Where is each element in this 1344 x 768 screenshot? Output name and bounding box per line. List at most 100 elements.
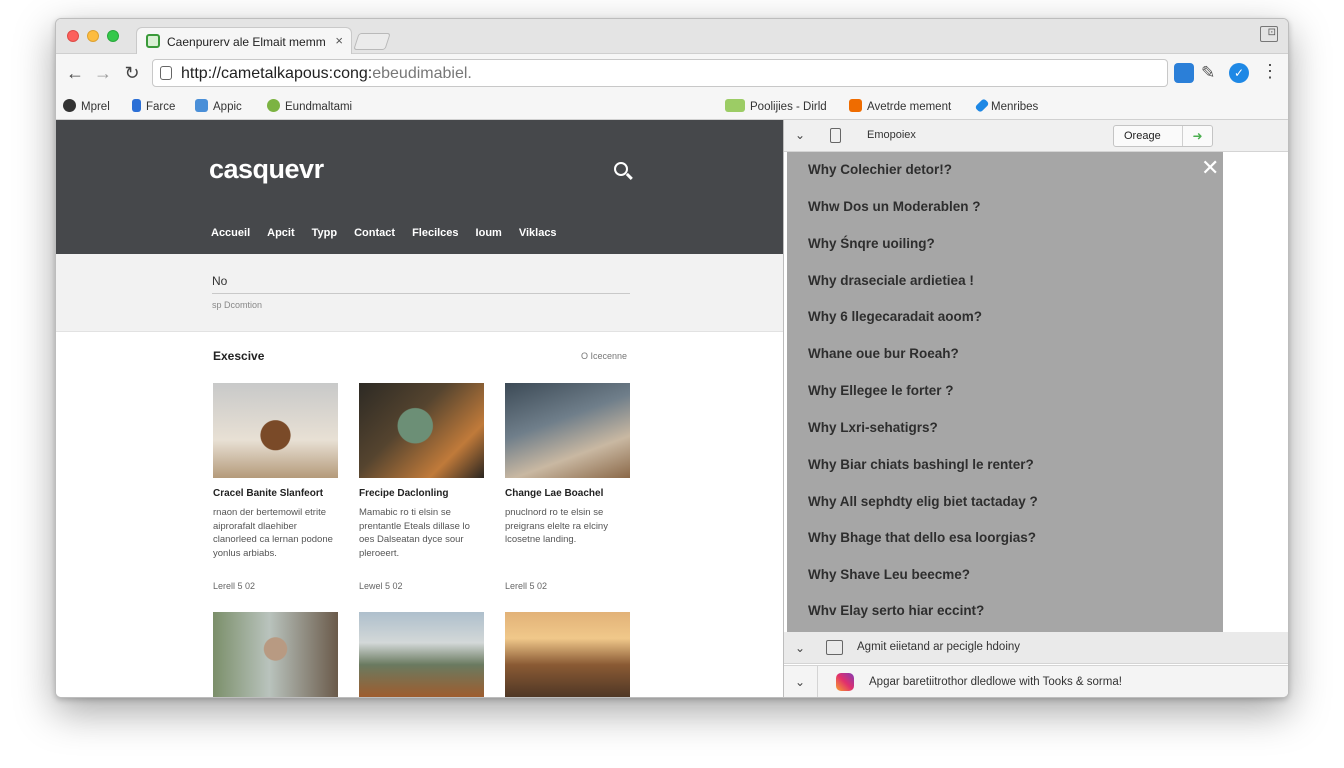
close-window-button[interactable] — [67, 30, 79, 42]
address-bar[interactable]: http://cametalkapous:cong:ebeudimabiel. — [152, 59, 1168, 87]
section-title: Exescive — [213, 349, 265, 363]
window-icon — [826, 640, 843, 655]
question-item[interactable]: Why Shave Leu beecme? — [808, 567, 970, 582]
bookmark-item[interactable]: Mprel — [63, 99, 110, 113]
bookmark-icon — [195, 99, 208, 112]
window-control-icon[interactable]: ⊡ — [1260, 26, 1278, 42]
article-card[interactable]: Frecipe Daclonling Mamabic ro ti elsin s… — [359, 383, 484, 591]
question-item[interactable]: Why Lxri-sehatigrs? — [808, 420, 938, 435]
bookmark-icon — [132, 99, 141, 112]
search-icon[interactable] — [614, 162, 628, 176]
url-main: http://cametalkapous:cong: — [181, 65, 373, 82]
close-icon[interactable]: ✕ — [1201, 157, 1219, 179]
accordion-row[interactable]: ⌄ Agmit eiietand ar pecigle hdoiny — [784, 632, 1288, 664]
article-image[interactable] — [213, 612, 338, 697]
tab-active[interactable]: Caenpurerv ale Elmait memm × — [136, 27, 352, 55]
article-title[interactable]: Frecipe Daclonling — [359, 488, 484, 499]
bookmark-icon — [63, 99, 76, 112]
chevron-down-icon[interactable]: ⌄ — [795, 675, 805, 689]
article-image[interactable] — [213, 383, 338, 478]
bookmark-label: Menribes — [991, 101, 1039, 113]
article-meta: Lerell 5 02 — [213, 581, 256, 591]
maximize-window-button[interactable] — [107, 30, 119, 42]
question-item[interactable]: Why All sephdty elig biet tactaday ? — [808, 494, 1038, 509]
question-item[interactable]: Why 6 llegecaradait aoom? — [808, 309, 982, 324]
pen-icon[interactable]: ✎ — [1201, 63, 1221, 83]
question-item[interactable]: Why draseciale ardietiea ! — [808, 273, 974, 288]
article-description: Mamabic ro ti elsin se prentantle Eteals… — [359, 507, 470, 559]
article-image[interactable] — [505, 383, 630, 478]
check-icon[interactable]: ✓ — [1229, 63, 1249, 83]
bookmarks-bar: Mprel Farce Appic Eundmaltami Poolijies … — [56, 92, 1288, 120]
kebab-menu-icon[interactable]: ⋮ — [1260, 62, 1280, 83]
accordion-label: Apgar baretiitrothor dledlowe with Tooks… — [869, 676, 1122, 688]
article-image[interactable] — [359, 383, 484, 478]
accordion-row[interactable]: ⌄ Apgar baretiitrothor dledlowe with Too… — [784, 665, 1288, 697]
nav-item[interactable]: Accueil — [211, 227, 250, 239]
nav-item[interactable]: Typp — [312, 227, 337, 239]
article-image[interactable] — [505, 612, 630, 697]
bookmark-item[interactable]: Menribes — [974, 98, 1039, 113]
tab-close-icon[interactable]: × — [335, 33, 343, 48]
question-item[interactable]: Whw Dos un Moderablen ? — [808, 199, 981, 214]
bookmark-icon — [974, 98, 990, 113]
article-card[interactable]: Cracel Banite Slanfeort rnaon der bertem… — [213, 383, 338, 591]
bookmark-icon — [267, 99, 280, 112]
new-tab-button[interactable] — [353, 33, 391, 50]
article-title[interactable]: Cracel Banite Slanfeort — [213, 488, 338, 499]
reload-icon[interactable]: ↻ — [122, 63, 142, 84]
search-note: sp Dcomtion — [212, 300, 263, 310]
url-text: http://cametalkapous:cong:ebeudimabiel. — [181, 65, 472, 83]
side-panel: ⌄ Emopoiex Oreage ➜ ✕ Why Colechier deto… — [783, 120, 1288, 697]
site-logo[interactable]: casquevr — [209, 154, 324, 185]
bookmark-label: Eundmaltami — [285, 101, 353, 113]
panel-action-button[interactable]: Oreage ➜ — [1113, 125, 1213, 147]
url-dim: ebeudimabiel. — [372, 65, 472, 82]
nav-item[interactable]: Contact — [354, 227, 395, 239]
question-item[interactable]: Whv Elay serto hiar eccint? — [808, 603, 984, 618]
panel-action-label: Oreage — [1124, 130, 1161, 142]
article-title[interactable]: Change Lae Boachel — [505, 488, 630, 499]
bookmark-item[interactable]: Avetrde mement — [849, 99, 951, 113]
bookmark-item[interactable]: Poolijies - Dirld — [725, 99, 827, 113]
article-image[interactable] — [359, 612, 484, 697]
bookmark-item[interactable]: Farce — [132, 99, 175, 113]
site-search-input[interactable]: No — [212, 274, 630, 294]
article-card[interactable]: Change Lae Boachel pnuclnord ro te elsin… — [505, 383, 630, 591]
page-info-icon[interactable] — [160, 66, 172, 80]
question-item[interactable]: Why Biar chiats bashingl le renter? — [808, 457, 1034, 472]
bookmark-item[interactable]: Eundmaltami — [267, 99, 352, 113]
article-meta: Lerell 5 02 — [505, 581, 548, 591]
nav-item[interactable]: Viklacs — [519, 227, 557, 239]
minimize-window-button[interactable] — [87, 30, 99, 42]
arrow-right-icon[interactable]: ➜ — [1182, 126, 1212, 146]
nav-item[interactable]: Flecilces — [412, 227, 458, 239]
chevron-down-icon[interactable]: ⌄ — [795, 128, 805, 142]
question-item[interactable]: Why Bhage that dello esa loorgias? — [808, 530, 1036, 545]
bookmark-icon — [849, 99, 862, 112]
accordion-label: Agmit eiietand ar pecigle hdoiny — [857, 641, 1021, 653]
tab-title: Caenpurerv ale Elmait memm — [167, 35, 326, 49]
bookmark-label: Avetrde mement — [867, 101, 952, 113]
bookmark-item[interactable]: Appic — [195, 99, 242, 113]
forward-arrow-icon[interactable]: → — [93, 63, 113, 84]
question-item[interactable]: Why Ellegee le forter ? — [808, 383, 954, 398]
nav-item[interactable]: Apcit — [267, 227, 295, 239]
back-arrow-icon[interactable]: ← — [65, 63, 85, 84]
question-item[interactable]: Why Śnqre uoiling? — [808, 236, 935, 251]
question-item[interactable]: Whane oue bur Roeah? — [808, 346, 959, 361]
article-description: rnaon der bertemowil etrite aiprorafalt … — [213, 507, 333, 559]
site-header: casquevr Accueil Apcit Typp Contact Flec… — [56, 120, 783, 254]
chevron-down-icon[interactable]: ⌄ — [795, 641, 805, 655]
panel-header: ⌄ Emopoiex Oreage ➜ — [784, 120, 1288, 152]
site-favicon-icon — [146, 34, 160, 48]
article-meta: Lewel 5 02 — [359, 581, 403, 591]
nav-item[interactable]: Ioum — [476, 227, 502, 239]
question-item[interactable]: Why Colechier detor!? — [808, 162, 952, 177]
extension-bookmark-icon[interactable] — [1174, 63, 1194, 83]
divider — [817, 666, 818, 697]
panel-title: Emopoiex — [867, 129, 916, 141]
section-link[interactable]: O Icecenne — [581, 351, 627, 361]
browser-window: Caenpurerv ale Elmait memm × ⊡ ← → ↻ htt… — [55, 18, 1289, 698]
web-page: casquevr Accueil Apcit Typp Contact Flec… — [56, 120, 783, 697]
